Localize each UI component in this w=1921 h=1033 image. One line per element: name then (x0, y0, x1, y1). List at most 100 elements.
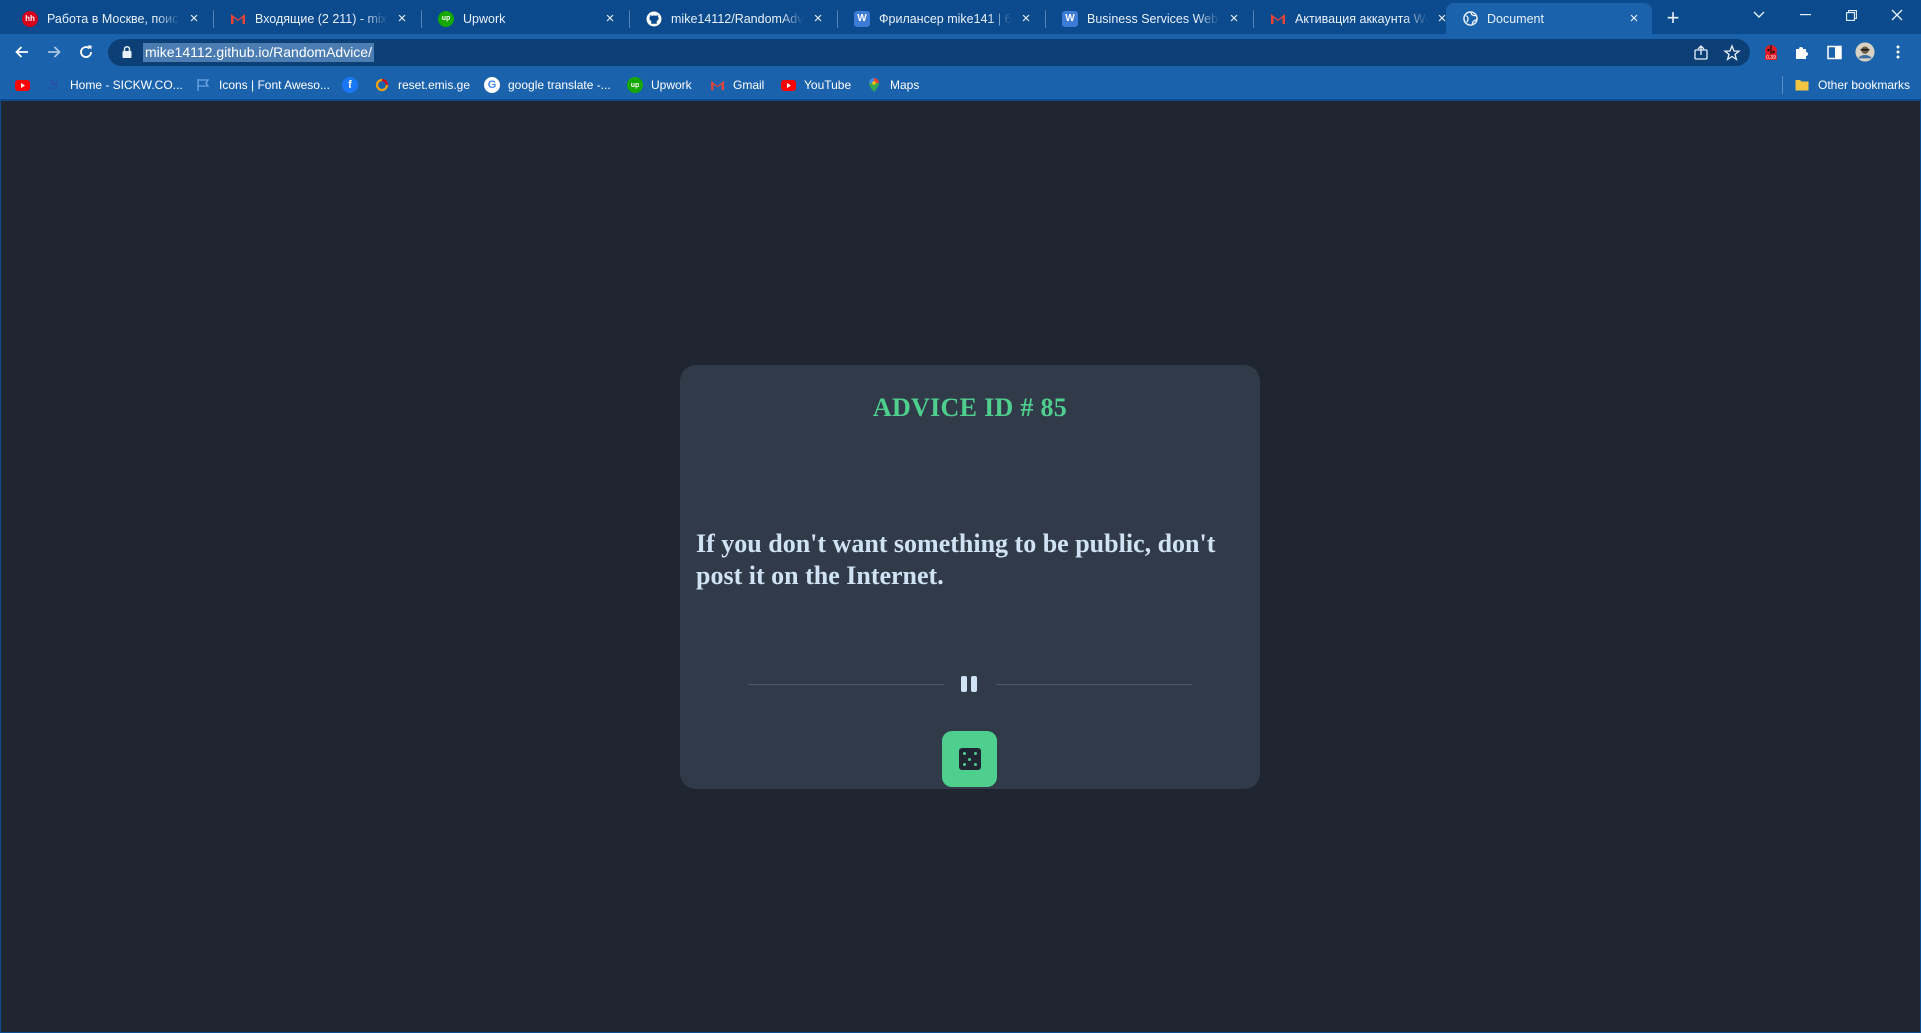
bookmark-google-translate[interactable]: G google translate -... (484, 76, 611, 94)
bookmark-label: Maps (890, 78, 920, 92)
tab-title: Входящие (2 211) - mixaill (255, 11, 388, 26)
tab-github-randomadvice[interactable]: mike14112/RandomAdvice × (630, 3, 836, 34)
tab-hh-moscow-jobs[interactable]: hh Работа в Москве, поиск п × (6, 3, 212, 34)
bookmark-maps[interactable]: Maps (866, 76, 919, 94)
tab-account-activation[interactable]: Активация аккаунта Webl × (1254, 3, 1460, 34)
chrome-menu-button[interactable] (1888, 42, 1908, 62)
extension-badge: 0.39 (1766, 55, 1776, 61)
reload-icon (80, 45, 92, 58)
weblancer-icon: W (1062, 10, 1078, 27)
gmail-icon (230, 11, 246, 27)
forward-button[interactable] (40, 38, 68, 66)
advice-quote: If you don't want something to be public… (696, 529, 1216, 590)
bookmark-reset-emis[interactable]: reset.emis.ge (374, 76, 470, 94)
bookmark-label: reset.emis.ge (398, 78, 471, 92)
avatar-icon (1855, 42, 1875, 62)
tab-title: Document (1487, 11, 1544, 26)
weblancer-icon: W (854, 10, 870, 27)
restore-button[interactable] (1828, 0, 1874, 30)
reload-button[interactable] (72, 38, 100, 66)
divider-right (996, 684, 1192, 685)
maps-icon (866, 77, 882, 93)
close-tab-icon[interactable]: × (1018, 10, 1034, 27)
tab-search-button[interactable] (1736, 0, 1782, 30)
tab-title: Upwork (463, 11, 506, 26)
tab-title: Работа в Москве, поиск п (47, 11, 180, 26)
youtube-icon (14, 77, 30, 93)
new-tab-button[interactable]: + (1660, 5, 1686, 31)
gmail-icon (709, 77, 725, 93)
bookmark-label: Icons | Font Aweso... (219, 78, 330, 92)
folder-icon (1794, 77, 1810, 93)
google-icon: G (484, 77, 500, 93)
browser-toolbar: mike14112.github.io/RandomAdvice/ 0.39 (0, 34, 1921, 70)
chevron-down-icon (1753, 11, 1765, 18)
bookmark-youtube[interactable]: YouTube (780, 76, 851, 94)
close-tab-icon[interactable]: × (1226, 10, 1242, 27)
address-bar[interactable]: mike14112.github.io/RandomAdvice/ (108, 39, 1750, 66)
close-icon (1891, 9, 1903, 21)
bookmark-label: Gmail (733, 78, 765, 92)
bookmark-label: YouTube (804, 78, 852, 92)
close-tab-icon[interactable]: × (1626, 10, 1642, 27)
close-tab-icon[interactable]: × (394, 10, 410, 27)
arrow-right-icon (48, 46, 61, 58)
bookmark-gmail[interactable]: Gmail (709, 76, 764, 94)
tab-title: Business Services Website (1087, 11, 1220, 26)
bookmark-facebook-icon-only[interactable]: f (342, 76, 366, 94)
page-viewport: ADVICE ID # 85 If you don't want somethi… (1, 101, 1920, 1032)
bookmark-label: Upwork (651, 78, 692, 92)
lock-icon[interactable] (120, 45, 134, 59)
advice-id-heading: ADVICE ID # 85 (872, 393, 1068, 422)
side-panel-button[interactable] (1824, 42, 1844, 62)
tab-title: Фрилансер mike141 | бир (879, 11, 1012, 26)
tab-business-services[interactable]: W Business Services Website × (1046, 3, 1252, 34)
tab-strip: hh Работа в Москве, поиск п × Входящие (… (0, 0, 1921, 34)
bookmark-sickw[interactable]: S Home - SICKW.CO... (46, 76, 183, 94)
minimize-button[interactable] (1782, 0, 1828, 30)
font-awesome-flag-icon (195, 77, 211, 93)
close-tab-icon[interactable]: × (602, 10, 618, 27)
restore-icon (1845, 9, 1857, 21)
tab-title: mike14112/RandomAdvice (671, 11, 804, 26)
gmail-icon (1270, 11, 1286, 27)
url-text[interactable]: mike14112.github.io/RandomAdvice/ (143, 43, 374, 62)
tab-weblancer-freelancer[interactable]: W Фрилансер mike141 | бир × (838, 3, 1044, 34)
close-tab-icon[interactable]: × (186, 10, 202, 27)
sickw-icon: S (49, 76, 59, 93)
minimize-icon (1799, 14, 1811, 16)
tab-gmail-inbox[interactable]: Входящие (2 211) - mixaill × (214, 3, 420, 34)
close-window-button[interactable] (1874, 0, 1920, 30)
upwork-icon: up (438, 10, 454, 27)
extensions-button[interactable] (1792, 42, 1812, 62)
close-tab-icon[interactable]: × (810, 10, 826, 27)
star-icon[interactable] (1723, 44, 1741, 62)
ladybug-extension-icon[interactable]: 0.39 (1761, 42, 1781, 62)
more-vert-icon (1896, 45, 1900, 59)
new-advice-dice-button[interactable] (942, 731, 997, 787)
profile-avatar[interactable] (1855, 42, 1875, 62)
back-button[interactable] (8, 38, 36, 66)
side-panel-icon (1826, 45, 1842, 59)
facebook-icon: f (342, 77, 358, 93)
tab-upwork[interactable]: up Upwork × (422, 3, 628, 34)
tab-title: Активация аккаунта Webl (1295, 11, 1428, 26)
globe-icon (1462, 11, 1478, 27)
bookmark-upwork[interactable]: up Upwork (627, 76, 692, 94)
bookmark-label: google translate -... (508, 78, 611, 92)
bookmarks-separator (1782, 76, 1783, 94)
bookmark-font-awesome[interactable]: Icons | Font Aweso... (195, 76, 330, 94)
tab-document-active[interactable]: Document × (1446, 3, 1652, 34)
arrow-left-icon (15, 46, 28, 58)
puzzle-icon (1796, 47, 1808, 59)
github-icon (646, 11, 662, 27)
share-icon[interactable] (1692, 44, 1710, 62)
pause-divider-icon (958, 676, 980, 692)
bookmark-youtube-icon-only[interactable] (14, 76, 38, 94)
dice-icon (958, 748, 981, 770)
other-bookmarks-folder[interactable]: Other bookmarks (1794, 76, 1910, 94)
divider-left (748, 684, 944, 685)
hh-icon: hh (22, 10, 38, 27)
other-bookmarks-label: Other bookmarks (1818, 78, 1911, 92)
upwork-icon: up (627, 77, 643, 93)
